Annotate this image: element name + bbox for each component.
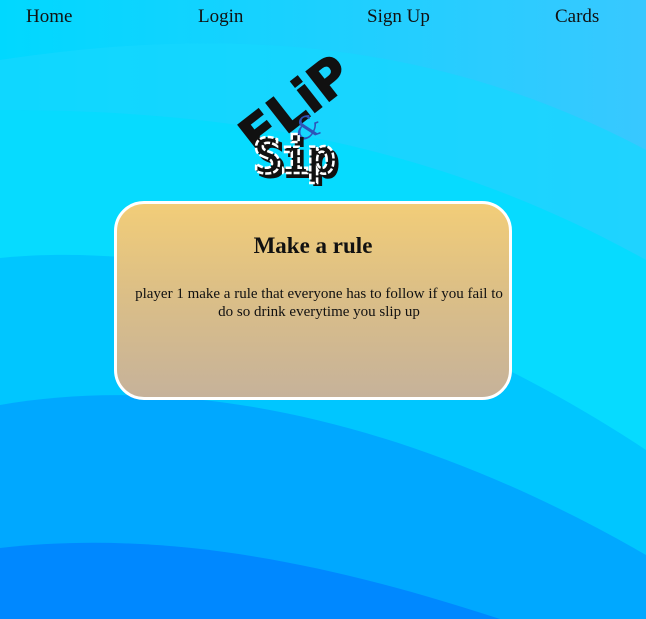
- nav-signup-link[interactable]: Sign Up: [367, 6, 430, 28]
- flip-and-sip-logo: FLiP & Sip Sip: [228, 50, 364, 186]
- card-title: Make a rule: [253, 233, 373, 258]
- nav-login-link[interactable]: Login: [198, 6, 243, 28]
- rule-card[interactable]: Make a rule player 1 make a rule that ev…: [114, 201, 512, 400]
- top-nav: Home Login Sign Up Cards: [0, 0, 646, 34]
- logo-sip-text: Sip: [253, 129, 334, 185]
- card-description: player 1 make a rule that everyone has t…: [135, 286, 503, 320]
- nav-cards-link[interactable]: Cards: [555, 6, 599, 28]
- nav-home-link[interactable]: Home: [26, 6, 72, 28]
